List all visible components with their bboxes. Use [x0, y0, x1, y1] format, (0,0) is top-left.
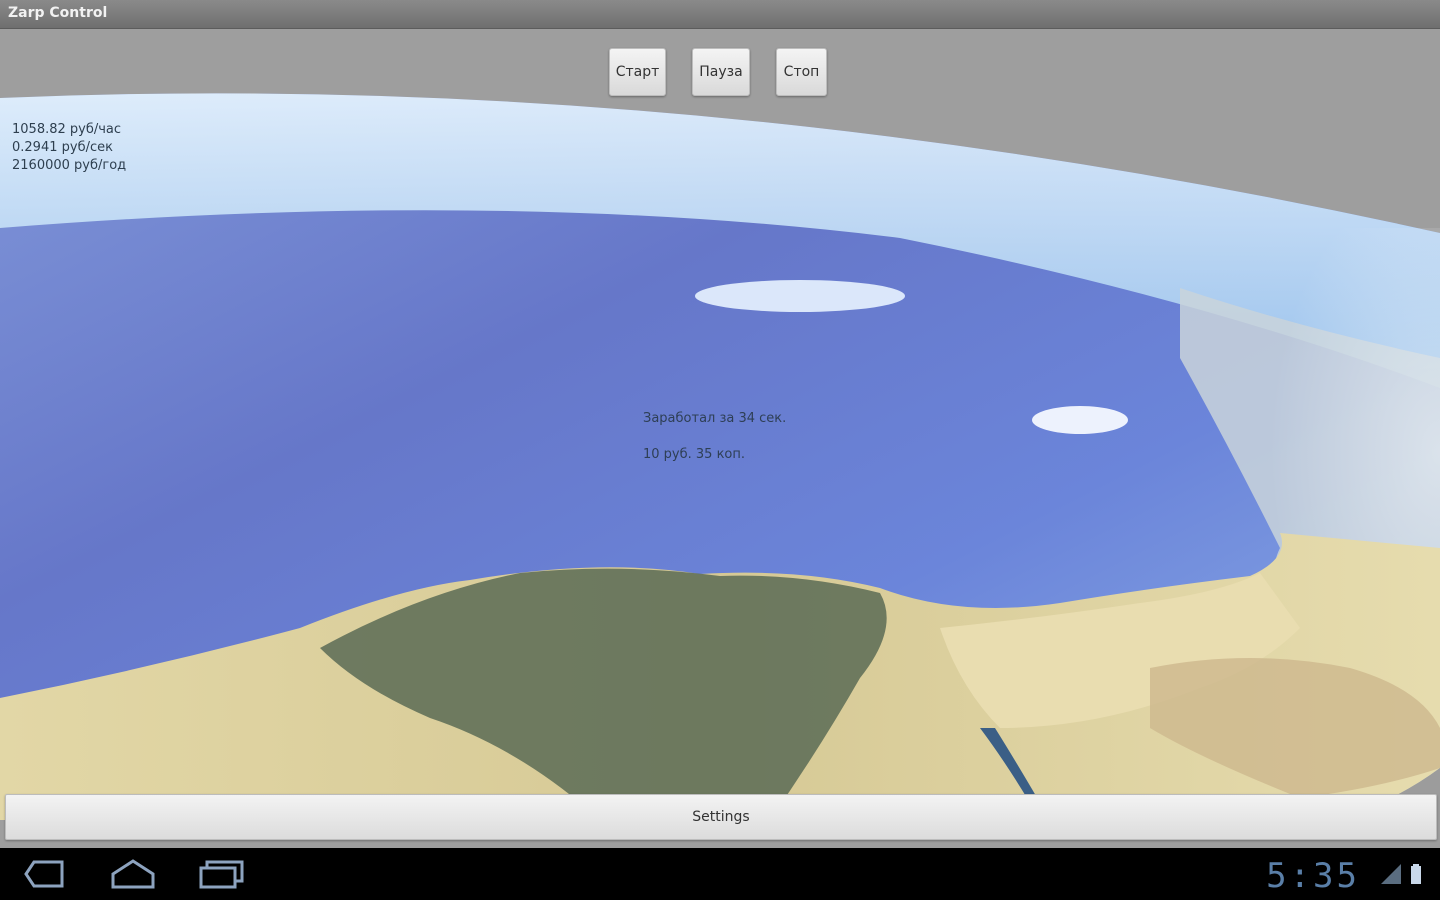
recent-apps-icon[interactable] — [198, 858, 246, 890]
status-clock: 5:35 — [1266, 856, 1360, 896]
pause-button[interactable]: Пауза — [692, 48, 750, 96]
settings-button[interactable]: Settings — [5, 794, 1437, 840]
earned-duration-label: Заработал за 34 сек. — [643, 411, 787, 426]
status-icons — [1379, 862, 1422, 890]
earth-background-image — [0, 93, 1440, 820]
rate-per-hour: 1058.82 руб/час — [12, 122, 122, 137]
rate-per-second: 0.2941 руб/сек — [12, 140, 113, 155]
battery-icon — [1411, 864, 1421, 884]
earned-amount-label: 10 руб. 35 коп. — [643, 447, 746, 462]
back-icon[interactable] — [22, 858, 66, 890]
rate-info: 1058.82 руб/час 0.2941 руб/сек 2160000 р… — [12, 121, 126, 175]
start-button[interactable]: Старт — [609, 48, 666, 96]
title-bar: Zarp Control — [0, 0, 1440, 29]
stop-button[interactable]: Стоп — [776, 48, 827, 96]
rate-per-year: 2160000 руб/год — [12, 158, 127, 173]
app-screen: Zarp Control Старт Пауза Стоп 1058.82 ру… — [0, 0, 1440, 900]
app-title: Zarp Control — [8, 5, 108, 21]
home-icon[interactable] — [110, 858, 156, 890]
signal-icon — [1380, 864, 1401, 884]
system-bar: 5:35 — [0, 848, 1440, 900]
